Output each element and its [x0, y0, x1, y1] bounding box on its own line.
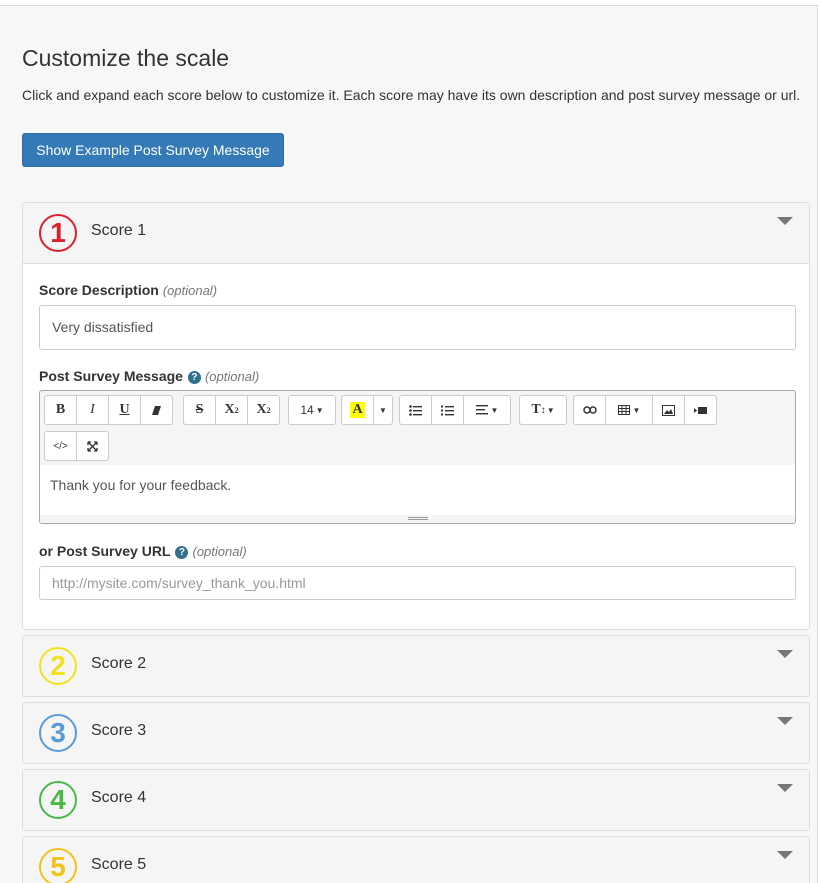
post-survey-url-label: or Post Survey URL? (optional): [39, 543, 247, 559]
color-dropdown-button[interactable]: ▼: [373, 395, 393, 425]
text-height-dropdown[interactable]: T ↕ ▼: [519, 395, 567, 425]
chevron-down-icon[interactable]: [777, 851, 793, 859]
editor-content[interactable]: Thank you for your feedback.: [40, 465, 795, 517]
caret-down-icon: ▼: [315, 405, 324, 415]
optional-hint: (optional): [192, 544, 247, 559]
optional-hint: (optional): [162, 283, 218, 298]
score-badge-4: 4: [39, 781, 77, 819]
score-panel-5: 5 Score 5: [22, 836, 810, 883]
post-survey-message-label: Post Survey Message? (optional): [39, 368, 259, 384]
score-panel-1: 1 Score 1 Score Description (optional) Ve…: [22, 202, 810, 630]
unordered-list-icon: [409, 404, 422, 416]
caret-down-icon: ▼: [490, 405, 499, 415]
italic-button[interactable]: I: [76, 395, 109, 425]
height-arrows-icon: ↕: [540, 404, 546, 416]
font-color-glyph: A: [350, 402, 365, 418]
score-panel-header-5[interactable]: 5 Score 5: [23, 837, 809, 883]
script-group: S X2 X2: [183, 395, 280, 425]
post-survey-message-text: Post Survey Message: [39, 368, 183, 384]
caret-down-icon: ▼: [546, 405, 555, 415]
eraser-button[interactable]: [140, 395, 173, 425]
table-dropdown[interactable]: ▼: [605, 395, 653, 425]
fullscreen-button[interactable]: [76, 431, 109, 461]
superscript-button[interactable]: X2: [215, 395, 248, 425]
fullscreen-icon: [87, 440, 98, 452]
rich-text-editor: B I U S X2 X2 14 ▼ A ▼ ▼ T ↕ ▼ ▼ </> Tha…: [39, 390, 796, 524]
score-label-4: Score 4: [91, 789, 147, 806]
superscript-glyph: X: [224, 402, 235, 417]
font-color-button[interactable]: A: [341, 395, 374, 425]
code-view-button[interactable]: </>: [44, 431, 77, 461]
post-survey-url-text: or Post Survey URL: [39, 543, 171, 559]
height-group: T ↕ ▼: [519, 395, 567, 425]
picture-button[interactable]: [652, 395, 685, 425]
paragraph-group: ▼: [399, 395, 511, 425]
link-button[interactable]: [573, 395, 606, 425]
strikethrough-button[interactable]: S: [183, 395, 216, 425]
font-style-group: B I U: [44, 395, 173, 425]
score-badge-1: 1: [39, 214, 77, 252]
link-icon: [582, 406, 597, 414]
score-badge-3: 3: [39, 714, 77, 752]
score-label-1: Score 1: [91, 222, 147, 239]
post-survey-url-input[interactable]: [39, 566, 796, 600]
score-panel-4: 4 Score 4: [22, 769, 810, 831]
score-description-label: Score Description (optional): [39, 282, 217, 298]
underline-button[interactable]: U: [108, 395, 141, 425]
chevron-down-icon[interactable]: [777, 717, 793, 725]
unordered-list-button[interactable]: [399, 395, 432, 425]
color-group: A ▼: [341, 395, 393, 425]
grip-icon: [408, 517, 428, 520]
table-icon: [617, 405, 630, 415]
score-badge-2: 2: [39, 647, 77, 685]
caret-down-icon: ▼: [632, 405, 641, 415]
chevron-down-icon[interactable]: [777, 784, 793, 792]
align-icon: [475, 405, 488, 415]
font-size-group: 14 ▼: [288, 395, 336, 425]
insert-group: ▼: [573, 395, 717, 425]
score-description-input[interactable]: Very dissatisfied: [39, 305, 796, 350]
optional-hint: (optional): [204, 369, 260, 384]
score-panel-2: 2 Score 2: [22, 635, 810, 697]
show-example-button[interactable]: Show Example Post Survey Message: [22, 133, 284, 167]
misc-group: </>: [44, 431, 109, 461]
align-dropdown[interactable]: ▼: [463, 395, 511, 425]
video-button[interactable]: [684, 395, 717, 425]
score-panel-header-4[interactable]: 4 Score 4: [23, 770, 809, 830]
help-icon[interactable]: ?: [175, 546, 189, 559]
customize-scale-card: Customize the scale Click and expand eac…: [0, 5, 818, 883]
score-label-5: Score 5: [91, 856, 147, 873]
divider: [23, 263, 809, 264]
page-title: Customize the scale: [22, 45, 230, 71]
subscript-button[interactable]: X2: [247, 395, 280, 425]
score-label-2: Score 2: [91, 655, 147, 672]
text-height-glyph: T: [531, 402, 541, 417]
help-icon[interactable]: ?: [187, 371, 201, 384]
font-size-value: 14: [300, 403, 314, 417]
score-panel-header-1[interactable]: 1 Score 1: [23, 203, 809, 263]
picture-icon: [662, 404, 675, 416]
score-panel-3: 3 Score 3: [22, 702, 810, 764]
ordered-list-button[interactable]: [431, 395, 464, 425]
caret-down-icon: ▼: [379, 405, 387, 415]
subscript-glyph: X: [256, 402, 267, 417]
chevron-down-icon[interactable]: [777, 650, 793, 658]
ordered-list-icon: [441, 405, 454, 415]
editor-resize-handle[interactable]: [40, 515, 795, 523]
font-size-dropdown[interactable]: 14 ▼: [288, 395, 336, 425]
score-panel-header-2[interactable]: 2 Score 2: [23, 636, 809, 696]
score-panel-header-3[interactable]: 3 Score 3: [23, 703, 809, 763]
video-icon: [694, 406, 707, 414]
intro-text: Click and expand each score below to cus…: [22, 87, 801, 103]
chevron-down-icon[interactable]: [777, 217, 793, 225]
bold-button[interactable]: B: [44, 395, 77, 425]
score-label-3: Score 3: [91, 722, 147, 739]
score-description-text: Score Description: [39, 282, 159, 298]
score-badge-5: 5: [39, 848, 77, 883]
eraser-icon: [152, 405, 161, 415]
